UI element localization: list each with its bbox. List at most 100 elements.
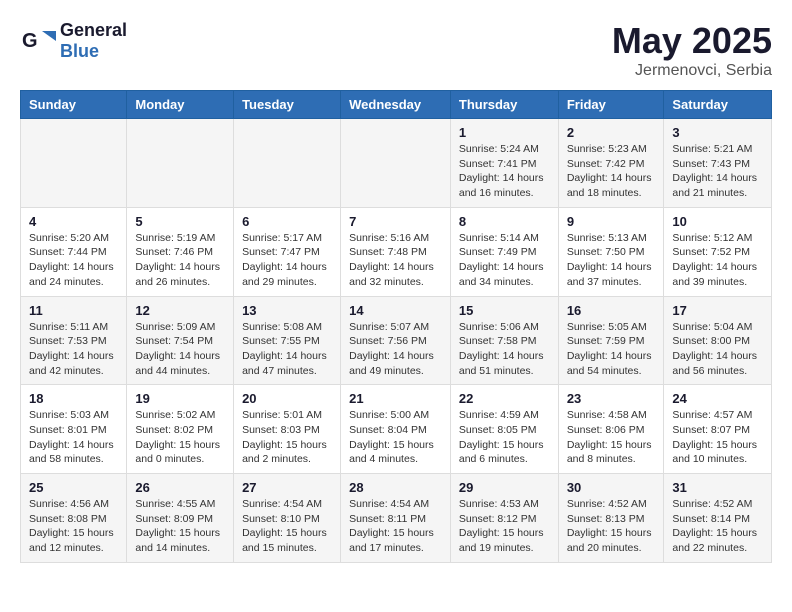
day-number: 4 — [29, 214, 118, 229]
day-info: Sunrise: 5:03 AM Sunset: 8:01 PM Dayligh… — [29, 409, 114, 465]
day-number: 26 — [135, 480, 225, 495]
calendar-header-row: SundayMondayTuesdayWednesdayThursdayFrid… — [21, 91, 772, 119]
day-info: Sunrise: 4:54 AM Sunset: 8:11 PM Dayligh… — [349, 498, 434, 554]
day-info: Sunrise: 4:53 AM Sunset: 8:12 PM Dayligh… — [459, 498, 544, 554]
day-number: 5 — [135, 214, 225, 229]
day-number: 2 — [567, 125, 656, 140]
logo-blue: Blue — [60, 41, 99, 61]
calendar-cell: 6 Sunrise: 5:17 AM Sunset: 7:47 PM Dayli… — [234, 207, 341, 296]
day-number: 29 — [459, 480, 550, 495]
calendar-cell — [234, 119, 341, 208]
day-info: Sunrise: 5:20 AM Sunset: 7:44 PM Dayligh… — [29, 232, 114, 288]
day-number: 11 — [29, 303, 118, 318]
day-info: Sunrise: 5:01 AM Sunset: 8:03 PM Dayligh… — [242, 409, 327, 465]
day-number: 1 — [459, 125, 550, 140]
day-info: Sunrise: 5:13 AM Sunset: 7:50 PM Dayligh… — [567, 232, 652, 288]
calendar-cell: 30 Sunrise: 4:52 AM Sunset: 8:13 PM Dayl… — [558, 474, 664, 563]
day-number: 14 — [349, 303, 442, 318]
calendar-cell: 21 Sunrise: 5:00 AM Sunset: 8:04 PM Dayl… — [341, 385, 451, 474]
day-info: Sunrise: 4:52 AM Sunset: 8:14 PM Dayligh… — [672, 498, 757, 554]
calendar-week-5: 25 Sunrise: 4:56 AM Sunset: 8:08 PM Dayl… — [21, 474, 772, 563]
day-header-friday: Friday — [558, 91, 664, 119]
calendar-cell: 12 Sunrise: 5:09 AM Sunset: 7:54 PM Dayl… — [127, 296, 234, 385]
calendar-week-3: 11 Sunrise: 5:11 AM Sunset: 7:53 PM Dayl… — [21, 296, 772, 385]
calendar: SundayMondayTuesdayWednesdayThursdayFrid… — [20, 90, 772, 563]
day-number: 27 — [242, 480, 332, 495]
day-info: Sunrise: 4:55 AM Sunset: 8:09 PM Dayligh… — [135, 498, 220, 554]
day-info: Sunrise: 5:21 AM Sunset: 7:43 PM Dayligh… — [672, 143, 757, 199]
calendar-cell: 4 Sunrise: 5:20 AM Sunset: 7:44 PM Dayli… — [21, 207, 127, 296]
calendar-week-4: 18 Sunrise: 5:03 AM Sunset: 8:01 PM Dayl… — [21, 385, 772, 474]
day-info: Sunrise: 5:00 AM Sunset: 8:04 PM Dayligh… — [349, 409, 434, 465]
day-info: Sunrise: 5:06 AM Sunset: 7:58 PM Dayligh… — [459, 321, 544, 377]
title-section: May 2025 Jermenovci, Serbia — [612, 20, 772, 80]
calendar-cell: 20 Sunrise: 5:01 AM Sunset: 8:03 PM Dayl… — [234, 385, 341, 474]
calendar-cell: 13 Sunrise: 5:08 AM Sunset: 7:55 PM Dayl… — [234, 296, 341, 385]
day-number: 23 — [567, 391, 656, 406]
day-info: Sunrise: 4:58 AM Sunset: 8:06 PM Dayligh… — [567, 409, 652, 465]
calendar-cell: 24 Sunrise: 4:57 AM Sunset: 8:07 PM Dayl… — [664, 385, 772, 474]
day-info: Sunrise: 4:59 AM Sunset: 8:05 PM Dayligh… — [459, 409, 544, 465]
day-header-tuesday: Tuesday — [234, 91, 341, 119]
day-number: 8 — [459, 214, 550, 229]
day-number: 9 — [567, 214, 656, 229]
calendar-cell: 2 Sunrise: 5:23 AM Sunset: 7:42 PM Dayli… — [558, 119, 664, 208]
calendar-cell: 25 Sunrise: 4:56 AM Sunset: 8:08 PM Dayl… — [21, 474, 127, 563]
day-number: 24 — [672, 391, 763, 406]
day-number: 18 — [29, 391, 118, 406]
day-header-saturday: Saturday — [664, 91, 772, 119]
calendar-cell — [21, 119, 127, 208]
day-info: Sunrise: 5:11 AM Sunset: 7:53 PM Dayligh… — [29, 321, 114, 377]
calendar-cell: 18 Sunrise: 5:03 AM Sunset: 8:01 PM Dayl… — [21, 385, 127, 474]
logo: G General Blue — [20, 20, 127, 62]
logo-icon: G — [20, 23, 56, 59]
day-number: 12 — [135, 303, 225, 318]
page-header: G General Blue May 2025 Jermenovci, Serb… — [20, 20, 772, 80]
day-number: 28 — [349, 480, 442, 495]
day-info: Sunrise: 5:16 AM Sunset: 7:48 PM Dayligh… — [349, 232, 434, 288]
svg-text:G: G — [22, 30, 38, 52]
calendar-cell: 16 Sunrise: 5:05 AM Sunset: 7:59 PM Dayl… — [558, 296, 664, 385]
day-info: Sunrise: 5:14 AM Sunset: 7:49 PM Dayligh… — [459, 232, 544, 288]
calendar-cell: 9 Sunrise: 5:13 AM Sunset: 7:50 PM Dayli… — [558, 207, 664, 296]
calendar-cell: 8 Sunrise: 5:14 AM Sunset: 7:49 PM Dayli… — [450, 207, 558, 296]
location: Jermenovci, Serbia — [612, 62, 772, 80]
day-header-wednesday: Wednesday — [341, 91, 451, 119]
day-info: Sunrise: 5:17 AM Sunset: 7:47 PM Dayligh… — [242, 232, 327, 288]
day-info: Sunrise: 5:07 AM Sunset: 7:56 PM Dayligh… — [349, 321, 434, 377]
day-number: 19 — [135, 391, 225, 406]
calendar-cell — [341, 119, 451, 208]
day-info: Sunrise: 4:52 AM Sunset: 8:13 PM Dayligh… — [567, 498, 652, 554]
calendar-cell: 31 Sunrise: 4:52 AM Sunset: 8:14 PM Dayl… — [664, 474, 772, 563]
day-number: 17 — [672, 303, 763, 318]
day-number: 22 — [459, 391, 550, 406]
day-info: Sunrise: 5:04 AM Sunset: 8:00 PM Dayligh… — [672, 321, 757, 377]
month-title: May 2025 — [612, 20, 772, 62]
logo-text: General — [60, 20, 127, 40]
calendar-week-1: 1 Sunrise: 5:24 AM Sunset: 7:41 PM Dayli… — [21, 119, 772, 208]
day-number: 25 — [29, 480, 118, 495]
day-info: Sunrise: 5:23 AM Sunset: 7:42 PM Dayligh… — [567, 143, 652, 199]
day-header-monday: Monday — [127, 91, 234, 119]
calendar-week-2: 4 Sunrise: 5:20 AM Sunset: 7:44 PM Dayli… — [21, 207, 772, 296]
day-info: Sunrise: 4:56 AM Sunset: 8:08 PM Dayligh… — [29, 498, 114, 554]
calendar-cell: 23 Sunrise: 4:58 AM Sunset: 8:06 PM Dayl… — [558, 385, 664, 474]
day-number: 3 — [672, 125, 763, 140]
calendar-cell: 19 Sunrise: 5:02 AM Sunset: 8:02 PM Dayl… — [127, 385, 234, 474]
day-number: 16 — [567, 303, 656, 318]
day-number: 6 — [242, 214, 332, 229]
day-number: 10 — [672, 214, 763, 229]
calendar-cell: 7 Sunrise: 5:16 AM Sunset: 7:48 PM Dayli… — [341, 207, 451, 296]
day-info: Sunrise: 5:19 AM Sunset: 7:46 PM Dayligh… — [135, 232, 220, 288]
calendar-cell: 15 Sunrise: 5:06 AM Sunset: 7:58 PM Dayl… — [450, 296, 558, 385]
calendar-cell: 29 Sunrise: 4:53 AM Sunset: 8:12 PM Dayl… — [450, 474, 558, 563]
day-info: Sunrise: 5:12 AM Sunset: 7:52 PM Dayligh… — [672, 232, 757, 288]
calendar-cell: 26 Sunrise: 4:55 AM Sunset: 8:09 PM Dayl… — [127, 474, 234, 563]
calendar-cell: 3 Sunrise: 5:21 AM Sunset: 7:43 PM Dayli… — [664, 119, 772, 208]
calendar-cell — [127, 119, 234, 208]
day-info: Sunrise: 5:02 AM Sunset: 8:02 PM Dayligh… — [135, 409, 220, 465]
day-info: Sunrise: 5:09 AM Sunset: 7:54 PM Dayligh… — [135, 321, 220, 377]
day-number: 30 — [567, 480, 656, 495]
calendar-cell: 14 Sunrise: 5:07 AM Sunset: 7:56 PM Dayl… — [341, 296, 451, 385]
calendar-cell: 22 Sunrise: 4:59 AM Sunset: 8:05 PM Dayl… — [450, 385, 558, 474]
